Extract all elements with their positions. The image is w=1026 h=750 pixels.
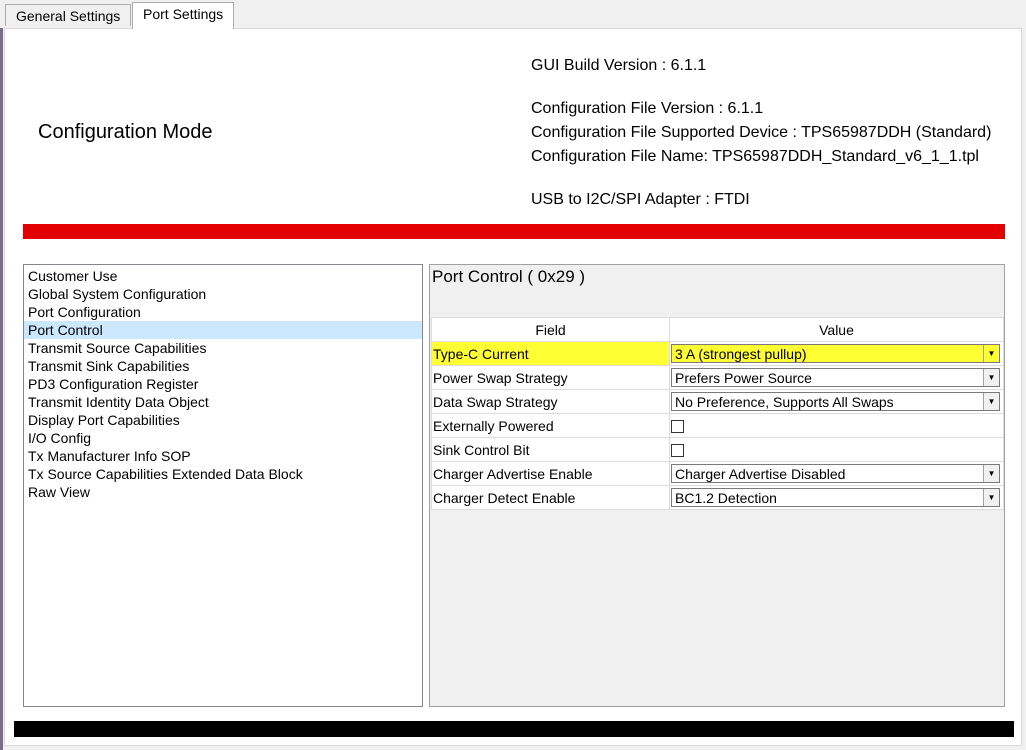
register-list-item[interactable]: Transmit Sink Capabilities (24, 357, 422, 375)
window-edge (0, 28, 3, 750)
table-row: Type-C Current 3 A (strongest pullup) ▼ (431, 341, 1004, 366)
table-row: Sink Control Bit (431, 437, 1004, 462)
register-list-item[interactable]: I/O Config (24, 429, 422, 447)
field-name: Charger Advertise Enable (431, 461, 670, 486)
tab-general-settings[interactable]: General Settings (5, 4, 132, 26)
adapter-info: USB to I2C/SPI Adapter : FTDI (531, 191, 750, 208)
field-name: Charger Detect Enable (431, 485, 670, 510)
config-file-device: Configuration File Supported Device : TP… (531, 124, 992, 141)
field-value-cell: Charger Advertise Disabled ▼ (669, 461, 1004, 486)
dropdown-arrow-icon[interactable]: ▼ (983, 369, 999, 386)
value-dropdown[interactable]: Charger Advertise Disabled ▼ (671, 464, 1000, 483)
tab-port-settings[interactable]: Port Settings (132, 2, 235, 29)
field-value-cell: No Preference, Supports All Swaps ▼ (669, 389, 1004, 414)
column-header-value: Value (669, 317, 1004, 342)
dropdown-selected-value: Charger Advertise Disabled (675, 466, 846, 482)
register-list-item[interactable]: Global System Configuration (24, 285, 422, 303)
dropdown-arrow-icon[interactable]: ▼ (983, 489, 999, 506)
field-value-cell (669, 437, 1004, 462)
value-dropdown[interactable]: 3 A (strongest pullup) ▼ (671, 344, 1000, 363)
register-list-item[interactable]: Transmit Source Capabilities (24, 339, 422, 357)
gui-build-version: GUI Build Version : 6.1.1 (531, 57, 707, 74)
register-grid: Field Value Type-C Current 3 A (strongest… (431, 317, 1004, 510)
field-value-cell: Prefers Power Source ▼ (669, 365, 1004, 390)
tab-bar: General Settings Port Settings (0, 0, 1026, 29)
field-name: Type-C Current (431, 341, 670, 366)
dropdown-arrow-icon[interactable]: ▼ (983, 465, 999, 482)
table-row: Power Swap Strategy Prefers Power Source ▼ (431, 365, 1004, 390)
value-dropdown[interactable]: Prefers Power Source ▼ (671, 368, 1000, 387)
value-checkbox[interactable] (671, 444, 684, 458)
field-value-cell (669, 413, 1004, 438)
register-panel: Port Control ( 0x29 ) Field Value Type-C… (429, 264, 1005, 707)
footer-bar (14, 721, 1014, 737)
register-list-item[interactable]: PD3 Configuration Register (24, 375, 422, 393)
register-list-item[interactable]: Customer Use (24, 267, 422, 285)
register-list-item[interactable]: Port Configuration (24, 303, 422, 321)
field-value-cell: BC1.2 Detection ▼ (669, 485, 1004, 510)
register-list-item[interactable]: Transmit Identity Data Object (24, 393, 422, 411)
dropdown-selected-value: 3 A (strongest pullup) (675, 346, 807, 362)
register-list-item[interactable]: Tx Source Capabilities Extended Data Blo… (24, 465, 422, 483)
field-name: Power Swap Strategy (431, 365, 670, 390)
dropdown-arrow-icon[interactable]: ▼ (983, 345, 999, 362)
status-accent-bar (23, 224, 1005, 239)
value-dropdown[interactable]: BC1.2 Detection ▼ (671, 488, 1000, 507)
field-value-cell: 3 A (strongest pullup) ▼ (669, 341, 1004, 366)
dropdown-selected-value: Prefers Power Source (675, 370, 812, 386)
dropdown-selected-value: BC1.2 Detection (675, 490, 777, 506)
register-list-item[interactable]: Display Port Capabilities (24, 411, 422, 429)
page-title: Configuration Mode (38, 121, 213, 143)
field-name: Sink Control Bit (431, 437, 670, 462)
value-checkbox[interactable] (671, 420, 684, 434)
register-list-item[interactable]: Port Control (24, 321, 422, 339)
table-row: Charger Advertise Enable Charger Advertis… (431, 461, 1004, 486)
tab-content: Configuration Mode GUI Build Version : 6… (4, 28, 1022, 746)
field-name: Externally Powered (431, 413, 670, 438)
column-header-field: Field (431, 317, 670, 342)
config-file-version: Configuration File Version : 6.1.1 (531, 100, 764, 117)
panel-title: Port Control ( 0x29 ) (432, 267, 586, 286)
table-row: Charger Detect Enable BC1.2 Detection ▼ (431, 485, 1004, 510)
dropdown-arrow-icon[interactable]: ▼ (983, 393, 999, 410)
config-file-name: Configuration File Name: TPS65987DDH_Sta… (531, 148, 979, 165)
register-list-item[interactable]: Tx Manufacturer Info SOP (24, 447, 422, 465)
table-row: Externally Powered (431, 413, 1004, 438)
dropdown-selected-value: No Preference, Supports All Swaps (675, 394, 894, 410)
register-list-item[interactable]: Raw View (24, 483, 422, 501)
field-name: Data Swap Strategy (431, 389, 670, 414)
value-dropdown[interactable]: No Preference, Supports All Swaps ▼ (671, 392, 1000, 411)
register-list[interactable]: Customer Use Global System Configuration P… (23, 264, 423, 707)
table-row: Data Swap Strategy No Preference, Support… (431, 389, 1004, 414)
